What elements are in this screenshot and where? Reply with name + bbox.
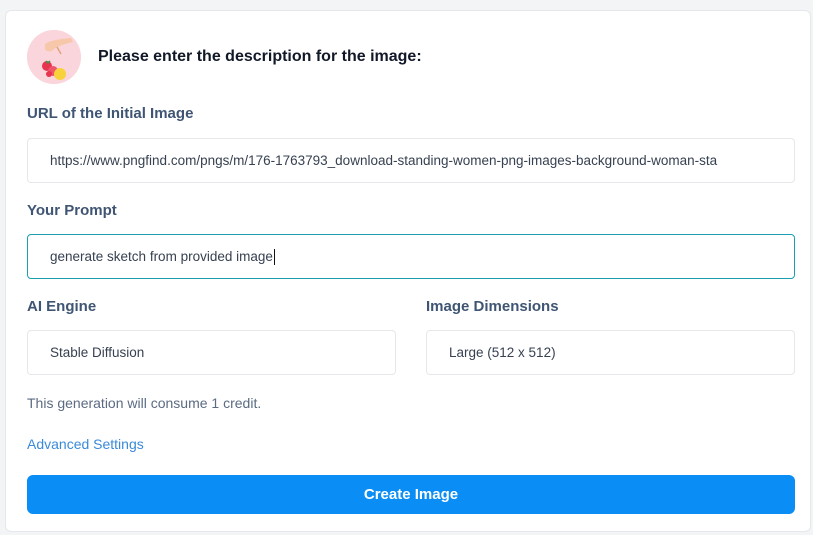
- hand-with-strawberries-icon: [27, 30, 81, 84]
- prompt-input[interactable]: generate sketch from provided image: [27, 234, 795, 279]
- ai-engine-selected-value: Stable Diffusion: [50, 345, 145, 360]
- url-input-value: https://www.pngfind.com/pngs/m/176-17637…: [50, 153, 718, 168]
- initial-image-url-input[interactable]: https://www.pngfind.com/pngs/m/176-17637…: [27, 138, 795, 183]
- advanced-settings-link[interactable]: Advanced Settings: [27, 436, 144, 452]
- credit-note: This generation will consume 1 credit.: [27, 395, 262, 411]
- image-dimensions-selected-value: Large (512 x 512): [449, 345, 556, 360]
- url-label: URL of the Initial Image: [27, 105, 194, 122]
- ai-engine-label: AI Engine: [27, 298, 97, 315]
- text-caret: [273, 249, 275, 266]
- ai-engine-select[interactable]: Stable Diffusion: [27, 330, 396, 375]
- image-generation-card: Please enter the description for the ima…: [5, 10, 811, 532]
- card-header: Please enter the description for the ima…: [27, 30, 422, 84]
- image-dimensions-label: Image Dimensions: [426, 298, 559, 315]
- prompt-label: Your Prompt: [27, 202, 117, 219]
- prompt-input-value: generate sketch from provided image: [50, 249, 273, 264]
- create-image-button[interactable]: Create Image: [27, 475, 795, 514]
- image-dimensions-select[interactable]: Large (512 x 512): [426, 330, 795, 375]
- page-title: Please enter the description for the ima…: [98, 48, 422, 65]
